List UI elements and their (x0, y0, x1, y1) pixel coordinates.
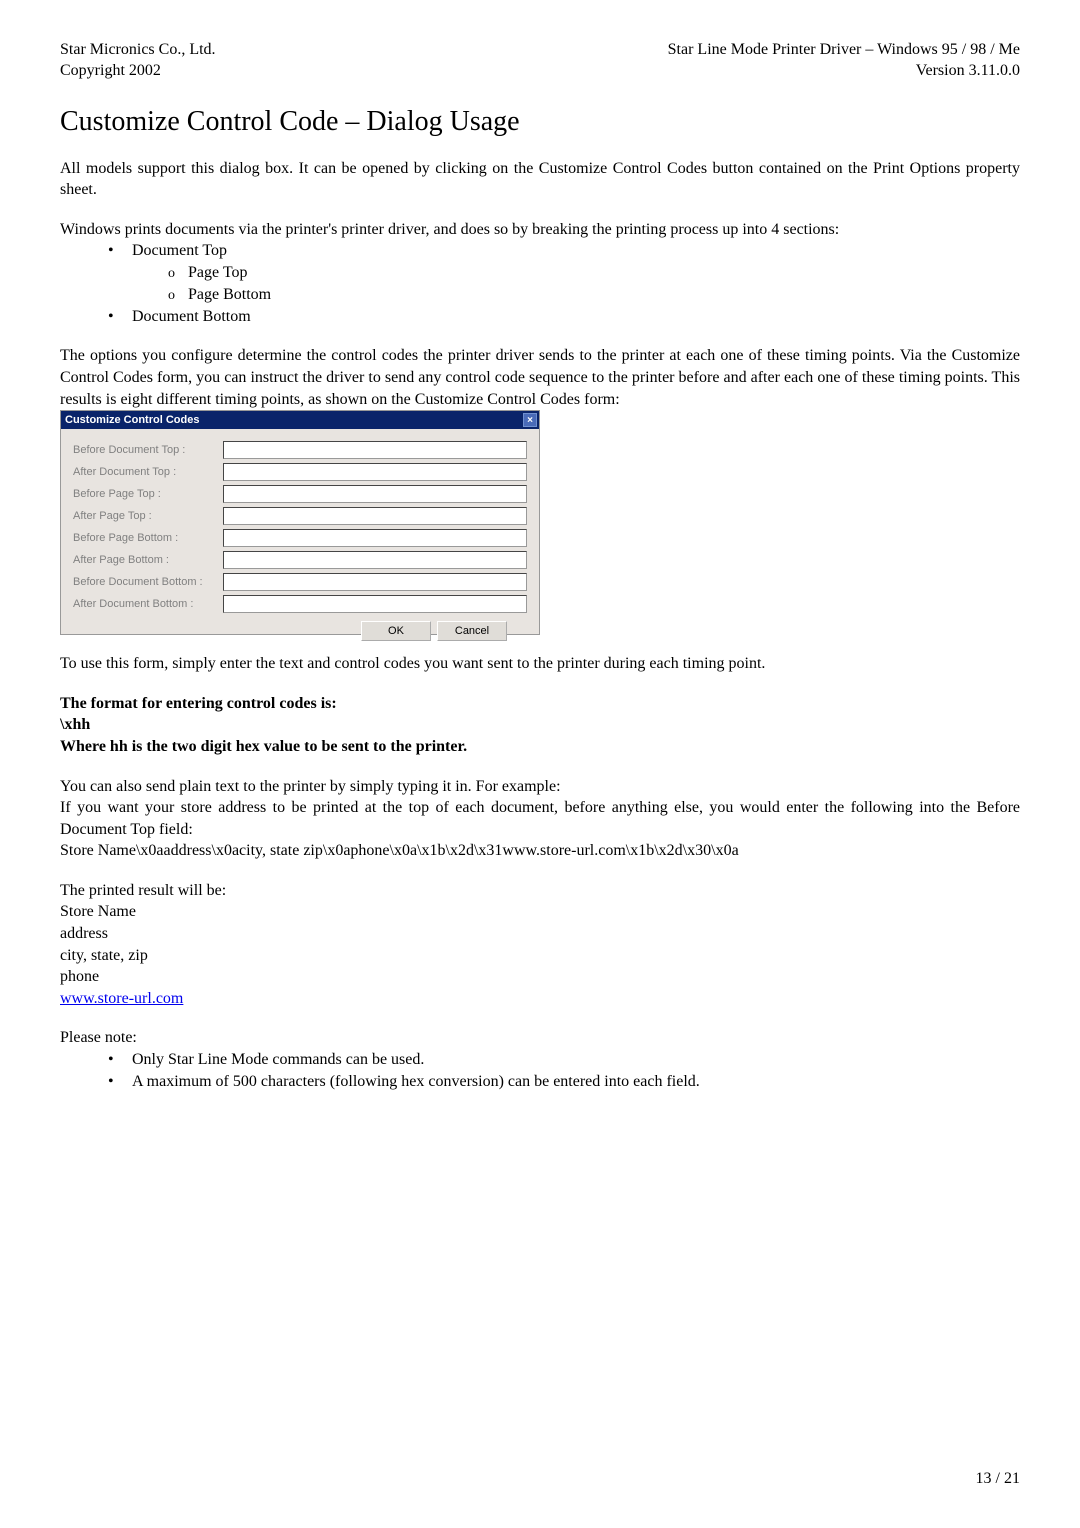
notes-list: Only Star Line Mode commands can be used… (108, 1049, 1020, 1092)
result-url-link[interactable]: www.store-url.com (60, 988, 1020, 1010)
label-before-page-top: Before Page Top : (73, 488, 223, 500)
input-before-doc-bottom[interactable] (223, 573, 527, 591)
dialog-row: After Document Bottom : (73, 595, 527, 613)
paragraph-sections: Windows prints documents via the printer… (60, 219, 1020, 241)
header-left: Star Micronics Co., Ltd. Copyright 2002 (60, 40, 216, 82)
ok-button[interactable]: OK (361, 621, 431, 641)
dialog-row: After Document Top : (73, 463, 527, 481)
result-heading: The printed result will be: (60, 880, 1020, 902)
close-icon[interactable]: × (523, 413, 537, 427)
paragraph-intro: All models support this dialog box. It c… (60, 158, 1020, 201)
label-before-doc-bottom: Before Document Bottom : (73, 576, 223, 588)
input-after-page-bottom[interactable] (223, 551, 527, 569)
format-code: \xhh (60, 714, 1020, 736)
format-block: The format for entering control codes is… (60, 693, 1020, 758)
dialog-row: After Page Top : (73, 507, 527, 525)
result-line: Store Name (60, 901, 1020, 923)
example-input: Store Name\x0aaddress\x0acity, state zip… (60, 840, 1020, 862)
dialog-row: Before Page Top : (73, 485, 527, 503)
format-heading: The format for entering control codes is… (60, 693, 1020, 715)
sub-list: Page Top Page Bottom (168, 262, 1020, 306)
example-description: If you want your store address to be pri… (60, 797, 1020, 840)
result-line: city, state, zip (60, 945, 1020, 967)
sections-list: Document Top Page Top Page Bottom Docume… (108, 240, 1020, 327)
format-where: Where hh is the two digit hex value to b… (60, 736, 1020, 758)
dialog-buttons: OK Cancel (73, 621, 527, 641)
label-before-doc-top: Before Document Top : (73, 444, 223, 456)
example-block: You can also send plain text to the prin… (60, 776, 1020, 862)
copyright: Copyright 2002 (60, 61, 216, 82)
input-before-page-bottom[interactable] (223, 529, 527, 547)
page-title: Customize Control Code – Dialog Usage (60, 106, 1020, 138)
label-after-doc-bottom: After Document Bottom : (73, 598, 223, 610)
product-name: Star Line Mode Printer Driver – Windows … (668, 40, 1020, 61)
dialog-titlebar: Customize Control Codes × (61, 411, 539, 429)
result-block: The printed result will be: Store Name a… (60, 880, 1020, 1010)
dialog-row: Before Document Bottom : (73, 573, 527, 591)
note-item: Only Star Line Mode commands can be used… (108, 1049, 1020, 1071)
sub-list-item: Page Bottom (168, 284, 1020, 306)
list-item: Document Bottom (108, 306, 1020, 328)
notes-block: Please note: Only Star Line Mode command… (60, 1027, 1020, 1092)
cancel-button[interactable]: Cancel (437, 621, 507, 641)
label-before-page-bottom: Before Page Bottom : (73, 532, 223, 544)
page-header: Star Micronics Co., Ltd. Copyright 2002 … (60, 40, 1020, 82)
paragraph-usage: To use this form, simply enter the text … (60, 653, 1020, 675)
header-right: Star Line Mode Printer Driver – Windows … (668, 40, 1020, 82)
input-after-doc-top[interactable] (223, 463, 527, 481)
page-number: 13 / 21 (976, 1470, 1020, 1488)
input-before-doc-top[interactable] (223, 441, 527, 459)
version: Version 3.11.0.0 (668, 61, 1020, 82)
list-label: Document Top (132, 242, 227, 259)
label-after-doc-top: After Document Top : (73, 466, 223, 478)
please-note-heading: Please note: (60, 1027, 1020, 1049)
dialog-row: Before Document Top : (73, 441, 527, 459)
example-intro: You can also send plain text to the prin… (60, 776, 1020, 798)
company-name: Star Micronics Co., Ltd. (60, 40, 216, 61)
label-after-page-bottom: After Page Bottom : (73, 554, 223, 566)
dialog-row: After Page Bottom : (73, 551, 527, 569)
dialog-title: Customize Control Codes (65, 414, 199, 426)
input-after-page-top[interactable] (223, 507, 527, 525)
result-line: phone (60, 966, 1020, 988)
dialog-row: Before Page Bottom : (73, 529, 527, 547)
list-item: Document Top Page Top Page Bottom (108, 240, 1020, 305)
input-before-page-top[interactable] (223, 485, 527, 503)
dialog-body: Before Document Top : After Document Top… (61, 429, 539, 653)
result-line: address (60, 923, 1020, 945)
customize-control-codes-dialog: Customize Control Codes × Before Documen… (60, 410, 540, 635)
label-after-page-top: After Page Top : (73, 510, 223, 522)
note-item: A maximum of 500 characters (following h… (108, 1071, 1020, 1093)
sub-list-item: Page Top (168, 262, 1020, 284)
paragraph-options: The options you configure determine the … (60, 345, 1020, 410)
input-after-doc-bottom[interactable] (223, 595, 527, 613)
